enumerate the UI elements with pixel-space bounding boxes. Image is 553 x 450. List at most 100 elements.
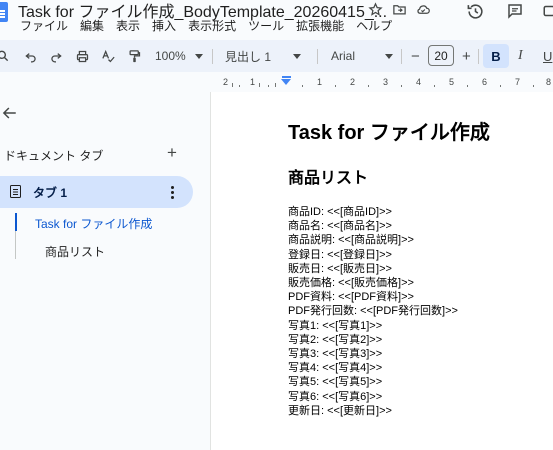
ruler-label: 1 (250, 77, 256, 87)
body-line[interactable]: 写真3: <<[写真3]>> (288, 347, 458, 361)
body-line[interactable]: 写真4: <<[写真4]>> (288, 361, 458, 375)
chevron-down-icon (293, 53, 302, 59)
toolbar: 100% 見出し 1 Arial − 20 + B I U (0, 40, 553, 72)
tabs-header: ドキュメント タブ (4, 149, 104, 163)
docs-logo-icon[interactable] (0, 2, 8, 22)
document-tabs-panel: ドキュメント タブ + タブ 1 Task for ファイル作成 商品リスト (0, 80, 210, 450)
document-page[interactable]: Task for ファイル作成 商品リスト 商品ID: <<[商品ID]>> 商… (210, 92, 553, 450)
ruler-tick (368, 85, 369, 87)
toolbar-divider (478, 49, 479, 64)
document-title-heading[interactable]: Task for ファイル作成 (288, 116, 490, 145)
toolbar-divider (212, 49, 213, 64)
menu-extensions[interactable]: 拡張機能 (296, 17, 344, 34)
body-line[interactable]: 商品説明: <<[商品説明]>> (288, 233, 458, 247)
ruler-label: 2 (350, 77, 356, 87)
menu-insert[interactable]: 挿入 (152, 17, 176, 34)
first-line-indent-marker[interactable] (282, 76, 291, 78)
ruler-tick (401, 85, 402, 87)
menu-help[interactable]: ヘルプ (356, 17, 392, 34)
outline-heading-2[interactable]: 商品リスト (45, 243, 105, 260)
ruler-label: 5 (449, 77, 455, 87)
outline-active-indicator (15, 213, 17, 231)
comments-icon[interactable] (504, 0, 526, 22)
ruler-label: 8 (546, 77, 552, 87)
tab-label: タブ 1 (33, 186, 68, 200)
ruler-label: 1 (317, 77, 323, 87)
menu-file[interactable]: ファイル (20, 17, 68, 34)
body-line[interactable]: 写真1: <<[写真1]>> (288, 319, 458, 333)
italic-button[interactable]: I (518, 40, 523, 72)
body-line[interactable]: 登録日: <<[登録日]>> (288, 248, 458, 262)
zoom-value: 100% (155, 49, 186, 63)
ruler-label: 3 (383, 77, 389, 87)
paint-format-icon[interactable] (127, 40, 142, 72)
body-line[interactable]: 写真5: <<[写真5]>> (288, 375, 458, 389)
decrease-font-size-button[interactable]: − (411, 40, 420, 72)
ruler-tick (239, 85, 240, 87)
toolbar-divider (317, 49, 318, 64)
add-tab-button[interactable]: + (164, 143, 180, 163)
ruler-tick (268, 85, 269, 87)
toolbar-divider (401, 49, 402, 64)
ruler-tick (275, 83, 276, 87)
spellcheck-icon[interactable] (101, 40, 116, 72)
more-options-icon[interactable] (166, 183, 178, 201)
body-line[interactable]: 商品名: <<[商品名]>> (288, 219, 458, 233)
ruler-tick (335, 85, 336, 87)
underline-button[interactable]: U (543, 40, 552, 72)
undo-icon[interactable] (24, 40, 38, 72)
video-call-icon[interactable] (540, 0, 553, 22)
ruler-tick (500, 85, 501, 87)
outline-divider (15, 231, 16, 259)
body-line[interactable]: 販売価格: <<[販売価格]>> (288, 276, 458, 290)
tab-item-1[interactable]: タブ 1 (0, 176, 193, 208)
ruler-tick (434, 85, 435, 87)
print-icon[interactable] (75, 40, 90, 72)
ruler-label: 4 (416, 77, 422, 87)
font-size-input[interactable]: 20 (428, 45, 454, 66)
chevron-down-icon (385, 53, 394, 59)
ruler-tick (232, 83, 233, 87)
outline-heading-1[interactable]: Task for ファイル作成 (35, 215, 152, 232)
menu-tools[interactable]: ツール (248, 17, 284, 34)
left-indent-marker[interactable] (281, 79, 291, 85)
version-history-icon[interactable] (464, 0, 486, 22)
back-arrow-icon[interactable] (2, 106, 17, 125)
menu-format[interactable]: 表示形式 (188, 17, 236, 34)
body-line[interactable]: PDF発行回数: <<[PDF発行回数]>> (288, 304, 458, 318)
paragraph-style-select[interactable]: 見出し 1 (225, 40, 302, 72)
ruler-tick (259, 83, 260, 87)
zoom-select[interactable]: 100% (155, 40, 203, 72)
horizontal-ruler: 2 1 1 2 3 4 5 6 7 8 (210, 76, 553, 90)
document-section-heading[interactable]: 商品リスト (288, 164, 368, 188)
document-tab-icon (10, 185, 21, 198)
redo-icon[interactable] (49, 40, 63, 72)
increase-font-size-button[interactable]: + (462, 40, 471, 72)
body-line[interactable]: 更新日: <<[更新日]>> (288, 404, 458, 418)
bold-button[interactable]: B (483, 44, 509, 68)
body-line[interactable]: 写真6: <<[写真6]>> (288, 390, 458, 404)
ruler-tick (467, 85, 468, 87)
body-line[interactable]: 販売日: <<[販売日]>> (288, 262, 458, 276)
chevron-down-icon (194, 53, 203, 59)
font-family-value: Arial (331, 49, 356, 63)
menu-bar: ファイル 編集 表示 挿入 表示形式 ツール 拡張機能 ヘルプ (20, 17, 404, 34)
star-icon[interactable] (366, 0, 384, 18)
search-menus-icon[interactable] (0, 40, 10, 72)
font-family-select[interactable]: Arial (331, 40, 394, 72)
ruler-tick (533, 85, 534, 87)
ruler-tick (302, 85, 303, 87)
cloud-saved-icon[interactable] (414, 0, 432, 18)
ruler-label: 6 (482, 77, 488, 87)
body-line[interactable]: 写真2: <<[写真2]>> (288, 333, 458, 347)
ruler-label: 2 (223, 77, 229, 87)
ruler-label: 7 (515, 77, 521, 87)
paragraph-style-value: 見出し 1 (225, 49, 272, 64)
title-actions (366, 0, 432, 18)
menu-view[interactable]: 表示 (116, 17, 140, 34)
document-body[interactable]: 商品ID: <<[商品ID]>> 商品名: <<[商品名]>> 商品説明: <<… (288, 205, 458, 418)
move-to-folder-icon[interactable] (390, 0, 408, 18)
body-line[interactable]: 商品ID: <<[商品ID]>> (288, 205, 458, 219)
menu-edit[interactable]: 編集 (80, 17, 104, 34)
body-line[interactable]: PDF資料: <<[PDF資料]>> (288, 290, 458, 304)
